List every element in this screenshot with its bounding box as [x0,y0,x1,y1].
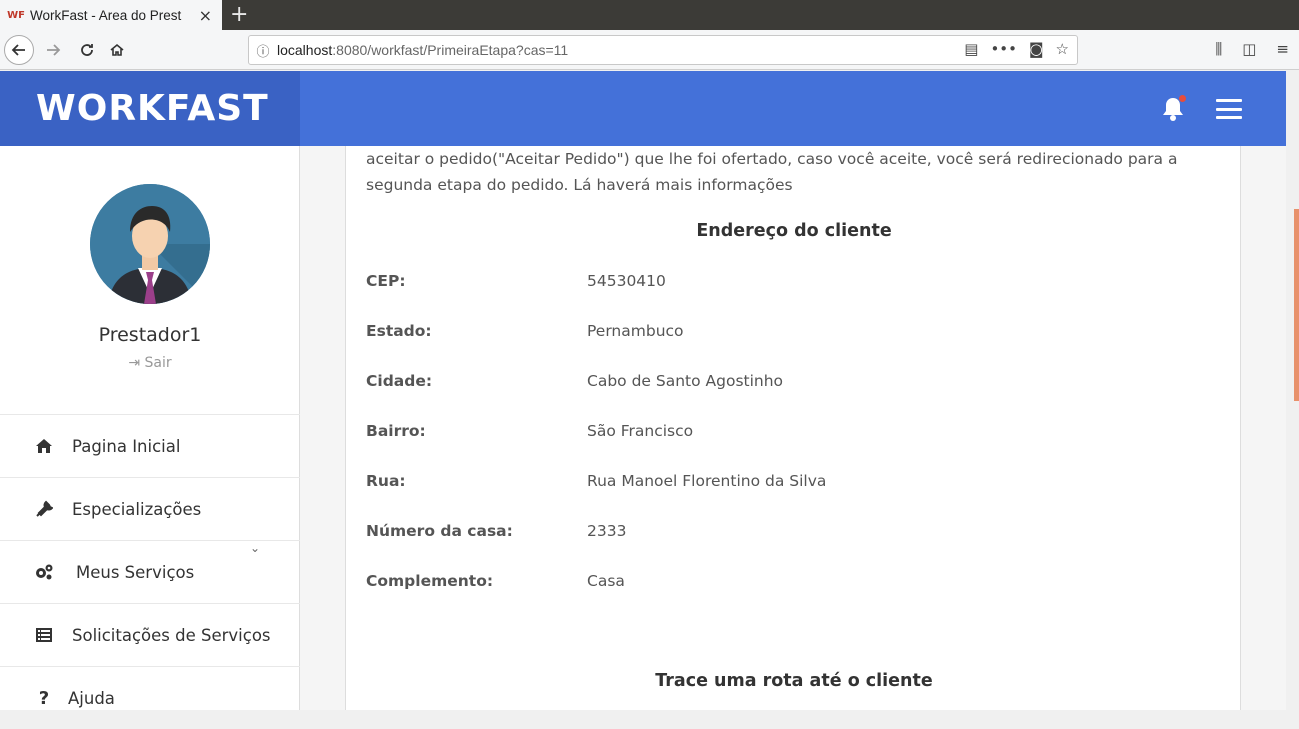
route-title: Trace uma rota até o cliente [655,671,933,691]
gears-icon [34,562,54,582]
hamburger-menu-icon[interactable] [1216,99,1242,119]
favicon-icon: WF [7,9,25,21]
field-label: Estado: [366,322,432,340]
forward-button[interactable] [38,35,68,65]
notification-bell-icon[interactable] [1160,95,1186,123]
field-value: Cabo de Santo Agostinho [587,372,784,390]
back-button[interactable] [4,35,34,65]
sidebar-toggle-icon[interactable]: ◫ [1242,40,1256,58]
sidebar-item-label: Especializações [72,499,202,519]
browser-tab-bar: WF WorkFast - Area do Prest × + [0,0,1299,30]
field-label: Cidade: [366,372,433,390]
sign-out-icon: ⇥ [128,355,141,371]
chevron-down-icon[interactable]: ⌄ [250,541,260,555]
username: Prestador1 [98,324,202,346]
tab-title: WorkFast - Area do Prest [30,7,182,23]
field-label: Bairro: [366,422,426,440]
pocket-icon[interactable]: ◙ [1029,40,1044,58]
url-bar[interactable]: ⓘ localhost :8080/workfast/PrimeiraEtapa… [248,35,1078,65]
field-label: Número da casa: [366,522,513,540]
reader-view-icon[interactable]: ▤ [964,40,978,58]
app-header: WORKFAST [0,71,1286,146]
logout-link[interactable]: ⇥ Sair [0,355,300,371]
avatar [90,184,210,304]
browser-nav-bar: ⓘ localhost :8080/workfast/PrimeiraEtapa… [0,30,1299,70]
logout-label: Sair [144,355,172,371]
library-icon[interactable]: ⫼ [1215,40,1222,58]
field-value: 2333 [587,522,627,540]
brand-logo[interactable]: WORKFAST [0,71,300,146]
field-value: Pernambuco [587,322,684,340]
reload-button[interactable] [72,35,102,65]
new-tab-button[interactable]: + [230,2,248,27]
browser-menu-icon[interactable]: ≡ [1276,40,1289,58]
intro-text: aceitar o pedido("Aceitar Pedido") que l… [366,150,1178,194]
home-icon [34,436,54,456]
field-value: Casa [587,572,625,590]
home-button[interactable] [102,35,132,65]
close-tab-icon[interactable]: × [199,6,212,25]
question-icon: ? [38,687,50,709]
scrollbar-thumb[interactable] [1294,209,1299,401]
sidebar-item-solicitacoes[interactable]: Solicitações de Serviços [0,603,300,666]
field-value: 54530410 [587,272,666,290]
info-icon[interactable]: ⓘ [249,41,277,60]
list-icon [34,625,54,645]
bookmark-star-icon[interactable]: ☆ [1056,40,1069,58]
url-path: :8080/workfast/PrimeiraEtapa?cas=11 [332,42,569,58]
sidebar-item-especializacoes[interactable]: Especializações [0,477,300,540]
main-content: aceitar o pedido("Aceitar Pedido") que l… [300,146,1286,710]
order-card: aceitar o pedido("Aceitar Pedido") que l… [345,146,1241,710]
field-value: Rua Manoel Florentino da Silva [587,472,827,490]
url-host: localhost [277,42,333,58]
browser-tab[interactable]: WF WorkFast - Area do Prest × [0,0,222,30]
field-label: Complemento: [366,572,494,590]
sidebar-item-pagina-inicial[interactable]: Pagina Inicial [0,414,300,477]
field-label: Rua: [366,472,406,490]
sidebar-menu: Pagina Inicial Especializações Meus Serv… [0,414,300,729]
wrench-icon [34,499,54,519]
sidebar-item-ajuda[interactable]: ? Ajuda [0,666,300,729]
sidebar-item-meus-servicos[interactable]: Meus Serviços ⌄ [0,540,300,603]
sidebar: Prestador1 ⇥ Sair Pagina Inicial Especia… [0,146,300,710]
sidebar-item-label: Ajuda [68,688,115,708]
field-label: CEP: [366,272,406,290]
address-title: Endereço do cliente [696,221,892,241]
sidebar-item-label: Solicitações de Serviços [72,625,271,645]
field-value: São Francisco [587,422,694,440]
notification-dot [1179,95,1186,102]
sidebar-item-label: Meus Serviços [76,562,195,582]
page-actions-icon[interactable]: ••• [990,40,1017,58]
sidebar-item-label: Pagina Inicial [72,436,181,456]
